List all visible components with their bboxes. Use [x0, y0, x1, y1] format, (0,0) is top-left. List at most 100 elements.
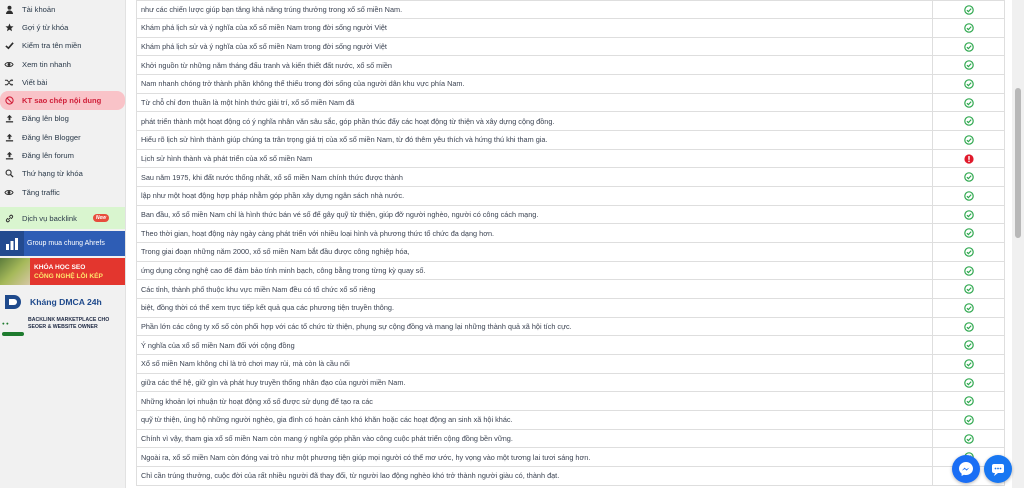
check-circle-icon	[963, 415, 974, 425]
check-circle-icon	[963, 396, 974, 407]
page-scrollbar[interactable]	[1012, 0, 1024, 488]
eye-icon	[4, 59, 14, 69]
search-icon	[4, 169, 14, 179]
table-row: Hiểu rõ lịch sử hình thành giúp chúng ta…	[136, 130, 1005, 150]
status-cell	[932, 316, 1005, 337]
check-circle-icon	[963, 135, 974, 145]
support-chat-button[interactable]	[984, 455, 1012, 483]
check-circle-icon	[963, 303, 974, 313]
status-cell	[932, 372, 1005, 393]
status-cell	[932, 410, 1005, 430]
marketplace-line1: BACKLINK MARKETPLACE CHO	[28, 317, 110, 324]
eye-icon	[4, 187, 14, 197]
link-icon	[4, 213, 14, 223]
content-check-results: như các chiến lược giúp bạn tăng khả năn…	[136, 0, 1006, 488]
check-circle-icon	[963, 247, 974, 257]
table-row: Ý nghĩa của xổ số miền Nam đối với cộng …	[136, 335, 1005, 356]
sidebar-item-label: Tăng traffic	[22, 187, 60, 197]
status-cell	[932, 298, 1005, 318]
check-circle-icon	[963, 79, 974, 89]
marketplace-logo-icon: ● ●	[2, 317, 28, 339]
table-row: Chính vì vậy, tham gia xổ số miền Nam cò…	[136, 428, 1005, 449]
table-row: biệt, đồng thời có thể xem trực tiếp kết…	[136, 298, 1005, 318]
sentence-cell: phát triển thành một hoạt động có ý nghĩ…	[136, 111, 933, 132]
check-circle-icon	[963, 4, 974, 15]
messenger-chat-button[interactable]	[952, 455, 980, 483]
seo-banner-photo	[0, 258, 30, 286]
app-root: Tài khoản Gợi ý từ khóa Kiểm tra tên miền X…	[0, 0, 1024, 488]
check-circle-icon	[963, 116, 974, 127]
star-icon	[4, 22, 14, 32]
sidebar-item[interactable]: Xem tin nhanh	[0, 55, 125, 73]
sidebar-item[interactable]: Viết bài	[0, 73, 125, 91]
ahrefs-banner-text: Group mua chung Ahrefs	[27, 240, 105, 248]
seo-banner-line1: KHÓA HỌC SEO	[34, 263, 86, 271]
table-row: Xổ số miền Nam không chỉ là trò chơi may…	[136, 354, 1005, 374]
status-cell	[932, 260, 1005, 281]
table-row: Chỉ cần trúng thưởng, cuộc đời của rất n…	[136, 466, 1005, 486]
backlink-label: Dịch vụ backlink	[22, 213, 77, 223]
check-circle-icon	[963, 359, 974, 369]
status-cell	[932, 18, 1005, 38]
sentence-cell: Trong giai đoạn những năm 2000, xổ số mi…	[136, 242, 933, 262]
table-row: quỹ từ thiện, ủng hộ những người nghèo, …	[136, 410, 1005, 430]
status-cell	[932, 354, 1005, 374]
upload-icon	[4, 151, 14, 161]
table-row: phát triển thành một hoạt động có ý nghĩ…	[136, 111, 1005, 132]
sidebar-item-label: Đăng lên Blogger	[22, 132, 81, 142]
status-cell	[932, 148, 1005, 169]
table-row: ứng dụng công nghệ cao để đảm bảo tính m…	[136, 260, 1005, 281]
table-row: Những khoản lợi nhuận từ hoạt động xổ số…	[136, 391, 1005, 412]
sidebar-item-label: Kiểm tra tên miền	[22, 41, 82, 51]
status-cell	[932, 55, 1005, 76]
ahrefs-group-banner[interactable]: Group mua chung Ahrefs	[0, 231, 125, 257]
dmca-banner-text: Kháng DMCA 24h	[30, 297, 102, 308]
sidebar-item[interactable]: Tài khoản	[0, 0, 125, 18]
check-circle-icon	[963, 340, 974, 351]
sidebar-item-label: Gợi ý từ khóa	[22, 22, 69, 32]
sentence-cell: Ban đầu, xổ số miền Nam chỉ là hình thức…	[136, 204, 933, 225]
check-circle-icon	[963, 433, 974, 444]
seo-course-banner[interactable]: KHÓA HỌC SEO CÔNG NGHỆ LỖI KÉP	[0, 258, 125, 286]
ban-icon	[4, 96, 14, 106]
error-circle-icon	[963, 153, 974, 164]
status-cell	[932, 74, 1005, 94]
upload-icon	[4, 114, 14, 124]
check-circle-icon	[963, 97, 974, 108]
check-circle-icon	[963, 191, 974, 201]
table-row: Ban đầu, xổ số miền Nam chỉ là hình thức…	[136, 204, 1005, 225]
sidebar-item-label: KT sao chép nội dung	[22, 96, 102, 106]
sidebar-item[interactable]: Thứ hạng từ khóa	[0, 165, 125, 183]
check-circle-icon	[963, 377, 974, 388]
user-icon	[4, 4, 14, 14]
dmca-banner[interactable]: Kháng DMCA 24h	[0, 291, 125, 313]
table-row: Khám phá lịch sử và ý nghĩa của xổ số mi…	[136, 36, 1005, 57]
check-circle-icon	[963, 23, 974, 33]
check-icon	[4, 41, 14, 51]
backlink-marketplace-banner[interactable]: ● ● BACKLINK MARKETPLACE CHO SEOER & WEB…	[0, 317, 125, 343]
status-cell	[932, 335, 1005, 356]
table-row: Khám phá lịch sử và ý nghĩa của xổ số mi…	[136, 18, 1005, 38]
sidebar-item[interactable]: Gợi ý từ khóa	[0, 18, 125, 36]
status-cell	[932, 92, 1005, 113]
sidebar-item[interactable]: Đăng lên forum	[0, 146, 125, 164]
sentence-cell: Khám phá lịch sử và ý nghĩa của xổ số mi…	[136, 18, 933, 38]
sidebar-item-backlink[interactable]: Dịch vụ backlink New	[0, 207, 125, 230]
shuffle-icon	[4, 77, 14, 87]
sidebar-item-label: Đăng lên blog	[22, 114, 69, 124]
table-row: Khởi nguồn từ những năm tháng đấu tranh …	[136, 55, 1005, 76]
table-row: Nam nhanh chóng trở thành phần không thể…	[136, 74, 1005, 94]
sidebar-item-label: Viết bài	[22, 77, 48, 87]
table-row: lập như một hoạt động hợp pháp nhằm góp …	[136, 186, 1005, 206]
table-row: Các tỉnh, thành phố thuộc khu vực miền N…	[136, 279, 1005, 300]
scrollbar-thumb[interactable]	[1015, 88, 1021, 238]
sidebar-item[interactable]: KT sao chép nội dung	[0, 91, 125, 110]
sidebar-item[interactable]: Tăng traffic	[0, 183, 125, 201]
sidebar-item[interactable]: Đăng lên blog	[0, 110, 125, 128]
table-row: Theo thời gian, hoạt động này ngày càng …	[136, 223, 1005, 244]
new-badge: New	[92, 214, 110, 223]
chat-bubble-icon	[992, 464, 1004, 476]
upload-icon	[4, 132, 14, 142]
sidebar-item[interactable]: Kiểm tra tên miền	[0, 37, 125, 55]
sidebar-item[interactable]: Đăng lên Blogger	[0, 128, 125, 146]
